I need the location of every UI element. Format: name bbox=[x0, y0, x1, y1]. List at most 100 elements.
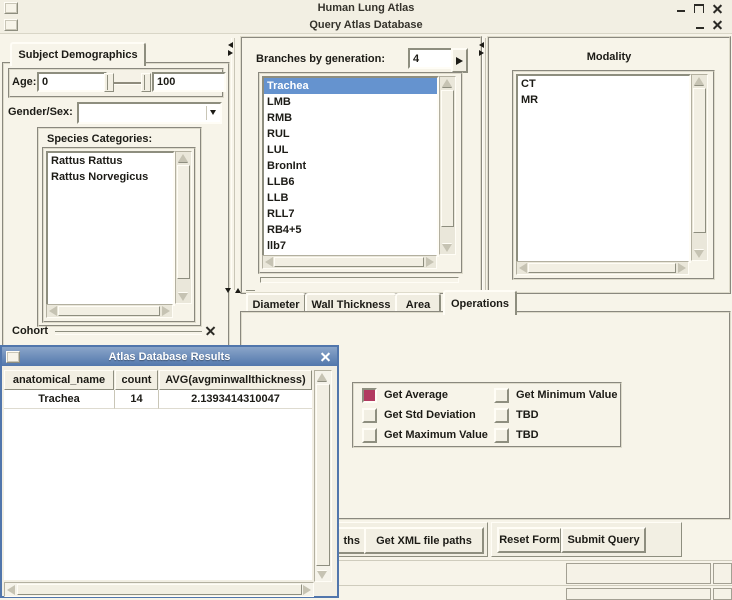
species-vscroll-thumb[interactable] bbox=[177, 165, 190, 279]
scroll-down-icon[interactable] bbox=[317, 571, 327, 579]
sash-vertical-1[interactable] bbox=[231, 38, 235, 290]
branch-item[interactable]: RLL7 bbox=[264, 206, 437, 222]
species-vscrollbar[interactable] bbox=[175, 151, 192, 304]
sash-arrow-right-icon[interactable] bbox=[228, 50, 233, 56]
results-column-header[interactable]: anatomical_name bbox=[4, 370, 114, 390]
species-hscroll-thumb[interactable] bbox=[58, 306, 160, 316]
checkbox-tbd-1[interactable] bbox=[494, 407, 509, 423]
query-window-titlebar[interactable]: Query Atlas Database bbox=[0, 16, 732, 34]
branch-item[interactable]: LUL bbox=[264, 142, 437, 158]
checkbox-get-average[interactable] bbox=[362, 387, 377, 403]
checkbox-get-maximum-value[interactable] bbox=[362, 427, 377, 443]
branch-item[interactable]: RB4+5 bbox=[264, 222, 437, 238]
results-hscroll-thumb[interactable] bbox=[17, 584, 302, 595]
age-slider-handle-min[interactable] bbox=[104, 73, 114, 92]
window-menu-icon[interactable] bbox=[4, 2, 18, 14]
sash-vertical-2[interactable] bbox=[482, 38, 486, 290]
maximize-icon[interactable] bbox=[694, 3, 704, 13]
species-listbox[interactable]: Rattus Rattus Rattus Norvegicus bbox=[46, 151, 175, 306]
checkbox-get-std-deviation[interactable] bbox=[362, 407, 377, 423]
scroll-up-icon[interactable] bbox=[694, 77, 704, 85]
modality-vscrollbar[interactable] bbox=[691, 74, 708, 261]
branches-vscrollbar[interactable] bbox=[439, 76, 456, 255]
branch-item[interactable]: Trachea bbox=[264, 78, 437, 94]
branches-vscroll-thumb[interactable] bbox=[441, 90, 454, 227]
modality-hscrollbar[interactable] bbox=[516, 261, 689, 275]
scroll-left-icon[interactable] bbox=[265, 257, 273, 267]
results-column-header[interactable]: count bbox=[115, 370, 158, 390]
results-vscrollbar[interactable] bbox=[314, 370, 332, 582]
scroll-right-icon[interactable] bbox=[303, 585, 311, 595]
query-minimize-icon[interactable] bbox=[696, 26, 704, 29]
scroll-right-icon[interactable] bbox=[426, 257, 434, 267]
scroll-up-icon[interactable] bbox=[317, 373, 327, 381]
reset-form-button[interactable]: Reset Form bbox=[497, 527, 562, 553]
outer-window-title: Human Lung Atlas bbox=[317, 2, 415, 14]
results-hscrollbar[interactable] bbox=[4, 582, 314, 597]
minimize-icon[interactable] bbox=[677, 10, 685, 12]
age-min-input[interactable] bbox=[37, 72, 107, 92]
sash-arrow-left-icon[interactable] bbox=[228, 42, 233, 48]
results-dialog-titlebar[interactable]: Atlas Database Results bbox=[2, 347, 337, 366]
results-vscroll-thumb[interactable] bbox=[316, 384, 330, 566]
modality-item[interactable]: MR bbox=[518, 92, 689, 108]
checkbox-get-minimum-value[interactable] bbox=[494, 387, 509, 403]
branch-item[interactable]: BronInt bbox=[264, 158, 437, 174]
scroll-down-icon[interactable] bbox=[694, 250, 704, 258]
modality-vscroll-thumb[interactable] bbox=[693, 88, 706, 233]
scroll-down-icon[interactable] bbox=[178, 293, 188, 301]
scroll-up-icon[interactable] bbox=[178, 154, 188, 162]
modality-listbox[interactable]: CT MR bbox=[516, 74, 691, 263]
outer-window-titlebar[interactable]: Human Lung Atlas bbox=[0, 0, 732, 17]
species-hscrollbar[interactable] bbox=[46, 304, 173, 318]
scroll-left-icon[interactable] bbox=[49, 306, 57, 316]
branches-generation-input[interactable] bbox=[408, 48, 454, 69]
tab-operations[interactable]: Operations bbox=[443, 290, 517, 315]
age-max-input[interactable] bbox=[152, 72, 226, 92]
branch-item[interactable]: LMB bbox=[264, 94, 437, 110]
scroll-right-icon[interactable] bbox=[162, 306, 170, 316]
sash-arrow-down-icon[interactable] bbox=[225, 288, 231, 293]
get-xml-file-paths-button[interactable]: Get XML file paths bbox=[364, 527, 484, 554]
branches-spinner-button[interactable] bbox=[451, 48, 468, 73]
sash-arrow-left-icon[interactable] bbox=[479, 42, 484, 48]
branch-item[interactable]: LLB bbox=[264, 190, 437, 206]
scroll-left-icon[interactable] bbox=[519, 263, 527, 273]
sash-arrow-up-icon[interactable] bbox=[235, 288, 241, 293]
cohort-close-icon[interactable] bbox=[206, 326, 215, 335]
results-dialog-close-icon[interactable] bbox=[321, 352, 330, 361]
branch-item[interactable]: LLB6 bbox=[264, 174, 437, 190]
scroll-left-icon[interactable] bbox=[7, 585, 15, 595]
list-item[interactable]: Rattus Rattus bbox=[48, 153, 173, 169]
bottom-field-small[interactable] bbox=[713, 588, 732, 600]
scroll-up-icon[interactable] bbox=[442, 79, 452, 87]
branches-listbox[interactable]: Trachea LMB RMB RUL LUL BronInt LLB6 LLB… bbox=[262, 76, 439, 257]
modality-hscroll-thumb[interactable] bbox=[528, 263, 676, 273]
scroll-right-icon[interactable] bbox=[678, 263, 686, 273]
results-table-body: Trachea 14 2.1393414310047 bbox=[4, 390, 312, 580]
bottom-field-small[interactable] bbox=[713, 563, 732, 584]
bottom-field[interactable] bbox=[566, 588, 711, 600]
tab-area-label: Area bbox=[405, 299, 431, 311]
chevron-down-icon[interactable] bbox=[210, 110, 216, 115]
tab-subject-demographics[interactable]: Subject Demographics bbox=[10, 42, 146, 66]
branch-item[interactable]: RUL bbox=[264, 126, 437, 142]
age-slider-handle-max[interactable] bbox=[141, 73, 151, 92]
branches-hscroll-thumb[interactable] bbox=[274, 257, 424, 267]
branch-item[interactable]: RMB bbox=[264, 110, 437, 126]
query-close-icon[interactable] bbox=[713, 20, 722, 29]
gender-combobox[interactable] bbox=[77, 102, 222, 124]
checkbox-tbd-2[interactable] bbox=[494, 427, 509, 443]
branch-item[interactable]: llb7 bbox=[264, 238, 437, 254]
close-icon[interactable] bbox=[713, 4, 722, 13]
scroll-down-icon[interactable] bbox=[442, 244, 452, 252]
results-column-header[interactable]: AVG(avgminwallthickness) bbox=[159, 370, 312, 390]
bottom-field[interactable] bbox=[566, 563, 711, 584]
sash-arrow-right-icon[interactable] bbox=[479, 50, 484, 56]
modality-item[interactable]: CT bbox=[518, 76, 689, 92]
list-item[interactable]: Rattus Norvegicus bbox=[48, 169, 173, 185]
submit-query-button[interactable]: Submit Query bbox=[561, 527, 646, 553]
query-window-menu-icon[interactable] bbox=[4, 18, 18, 31]
branches-pane: Branches by generation: Trachea LMB RMB … bbox=[240, 36, 482, 294]
branches-hscrollbar[interactable] bbox=[262, 255, 437, 269]
